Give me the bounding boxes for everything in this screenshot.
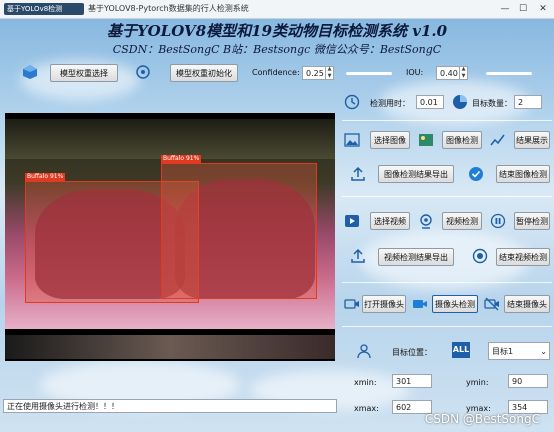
count-value: 2 <box>514 95 542 109</box>
upload-icon <box>350 166 366 182</box>
camera-frame: Buffalo 91% Buffalo 91% <box>5 119 335 329</box>
xmax-label: xmax: <box>354 404 379 413</box>
target-select[interactable]: 目标1 ⌄ <box>488 342 550 360</box>
export-video-button[interactable]: 视频检测结果导出 <box>378 248 454 266</box>
chevron-down-icon: ⌄ <box>540 347 547 356</box>
video-strip <box>5 335 335 359</box>
count-label: 目标数量： <box>472 99 512 108</box>
time-value: 0.01 <box>416 95 444 109</box>
ymin-value: 90 <box>508 374 548 388</box>
photo-detect-icon <box>418 132 434 148</box>
check-icon <box>468 166 484 182</box>
page-title: 基于YOLOV8模型和19类动物目标检测系统 v1.0 <box>106 22 448 40</box>
pause-icon <box>490 213 506 229</box>
camera-detect-button[interactable]: 摄像头检测 <box>432 295 478 313</box>
app-logo: 基于YOLOv8检测 <box>4 3 84 15</box>
target-icon <box>135 64 151 80</box>
upload-icon <box>350 248 366 264</box>
camera-icon <box>344 296 360 312</box>
target-position-label: 目标位置： <box>392 348 432 357</box>
model-init-button[interactable]: 模型权重初始化 <box>170 64 238 82</box>
detection-label: Buffalo 91% <box>25 173 66 181</box>
confidence-slider[interactable] <box>346 72 392 75</box>
chart-line-icon <box>490 132 506 148</box>
model-select-button[interactable]: 模型权重选择 <box>50 64 118 82</box>
end-image-button[interactable]: 结束图像检测 <box>496 165 550 183</box>
app-window: 基于YOLOv8检测 基于YOLOV8-Pytorch数据集的行人检测系统 — … <box>0 0 554 432</box>
confidence-label: Confidence: <box>252 68 300 77</box>
window-title: 基于YOLOV8-Pytorch数据集的行人检测系统 <box>88 4 249 13</box>
detect-image-button[interactable]: 图像检测 <box>442 131 482 149</box>
pause-detect-button[interactable]: 暂停检测 <box>514 212 550 230</box>
maximize-button[interactable]: ☐ <box>514 2 532 16</box>
end-video-button[interactable]: 结束视频检测 <box>496 248 550 266</box>
ymin-label: ymin: <box>466 378 489 387</box>
camera-off-icon <box>484 296 500 312</box>
record-icon <box>472 248 488 264</box>
page-subtitle: CSDN：BestSongC B站：Bestsongc 微信公众号：BestSo… <box>112 43 442 56</box>
detection-display: Buffalo 91% Buffalo 91% <box>5 113 335 361</box>
time-label: 检测用时： <box>370 99 410 108</box>
close-button[interactable]: ✕ <box>534 2 552 16</box>
iou-label: IOU: <box>406 68 424 77</box>
watermark: CSDN @BestSongC <box>424 412 540 426</box>
confidence-input[interactable]: 0.25 ▲ ▼ <box>302 66 334 80</box>
show-result-button[interactable]: 结果展示 <box>514 131 550 149</box>
video-icon <box>344 213 360 229</box>
open-camera-button[interactable]: 打开摄像头 <box>362 295 406 313</box>
iou-spin[interactable]: ▲ ▼ <box>459 66 467 80</box>
all-icon: ALL <box>452 342 470 358</box>
select-video-button[interactable]: 选择视频 <box>370 212 410 230</box>
end-camera-button[interactable]: 结束摄像头 <box>504 295 550 313</box>
export-image-button[interactable]: 图像检测结果导出 <box>378 165 454 183</box>
status-bar: 正在使用摄像头进行检测！！！ <box>3 399 337 413</box>
cube-icon <box>22 64 38 80</box>
xmin-label: xmin: <box>354 378 377 387</box>
video-camera-icon <box>412 296 428 312</box>
iou-slider[interactable] <box>486 72 532 75</box>
clock-icon <box>344 94 360 110</box>
image-icon <box>344 132 360 148</box>
webcam-icon <box>418 213 434 229</box>
detect-video-button[interactable]: 视频检测 <box>442 212 482 230</box>
pie-chart-icon <box>452 94 468 110</box>
detection-label: Buffalo 91% <box>161 155 202 163</box>
iou-input[interactable]: 0.40 ▲ ▼ <box>436 66 468 80</box>
minimize-button[interactable]: — <box>496 2 514 16</box>
user-icon <box>356 343 372 359</box>
select-image-button[interactable]: 选择图像 <box>370 131 410 149</box>
xmin-value: 301 <box>392 374 432 388</box>
title-bar: 基于YOLOv8检测 基于YOLOV8-Pytorch数据集的行人检测系统 — … <box>0 0 554 19</box>
bounding-box: Buffalo 91% <box>161 155 317 299</box>
confidence-spin[interactable]: ▲ ▼ <box>325 66 333 80</box>
